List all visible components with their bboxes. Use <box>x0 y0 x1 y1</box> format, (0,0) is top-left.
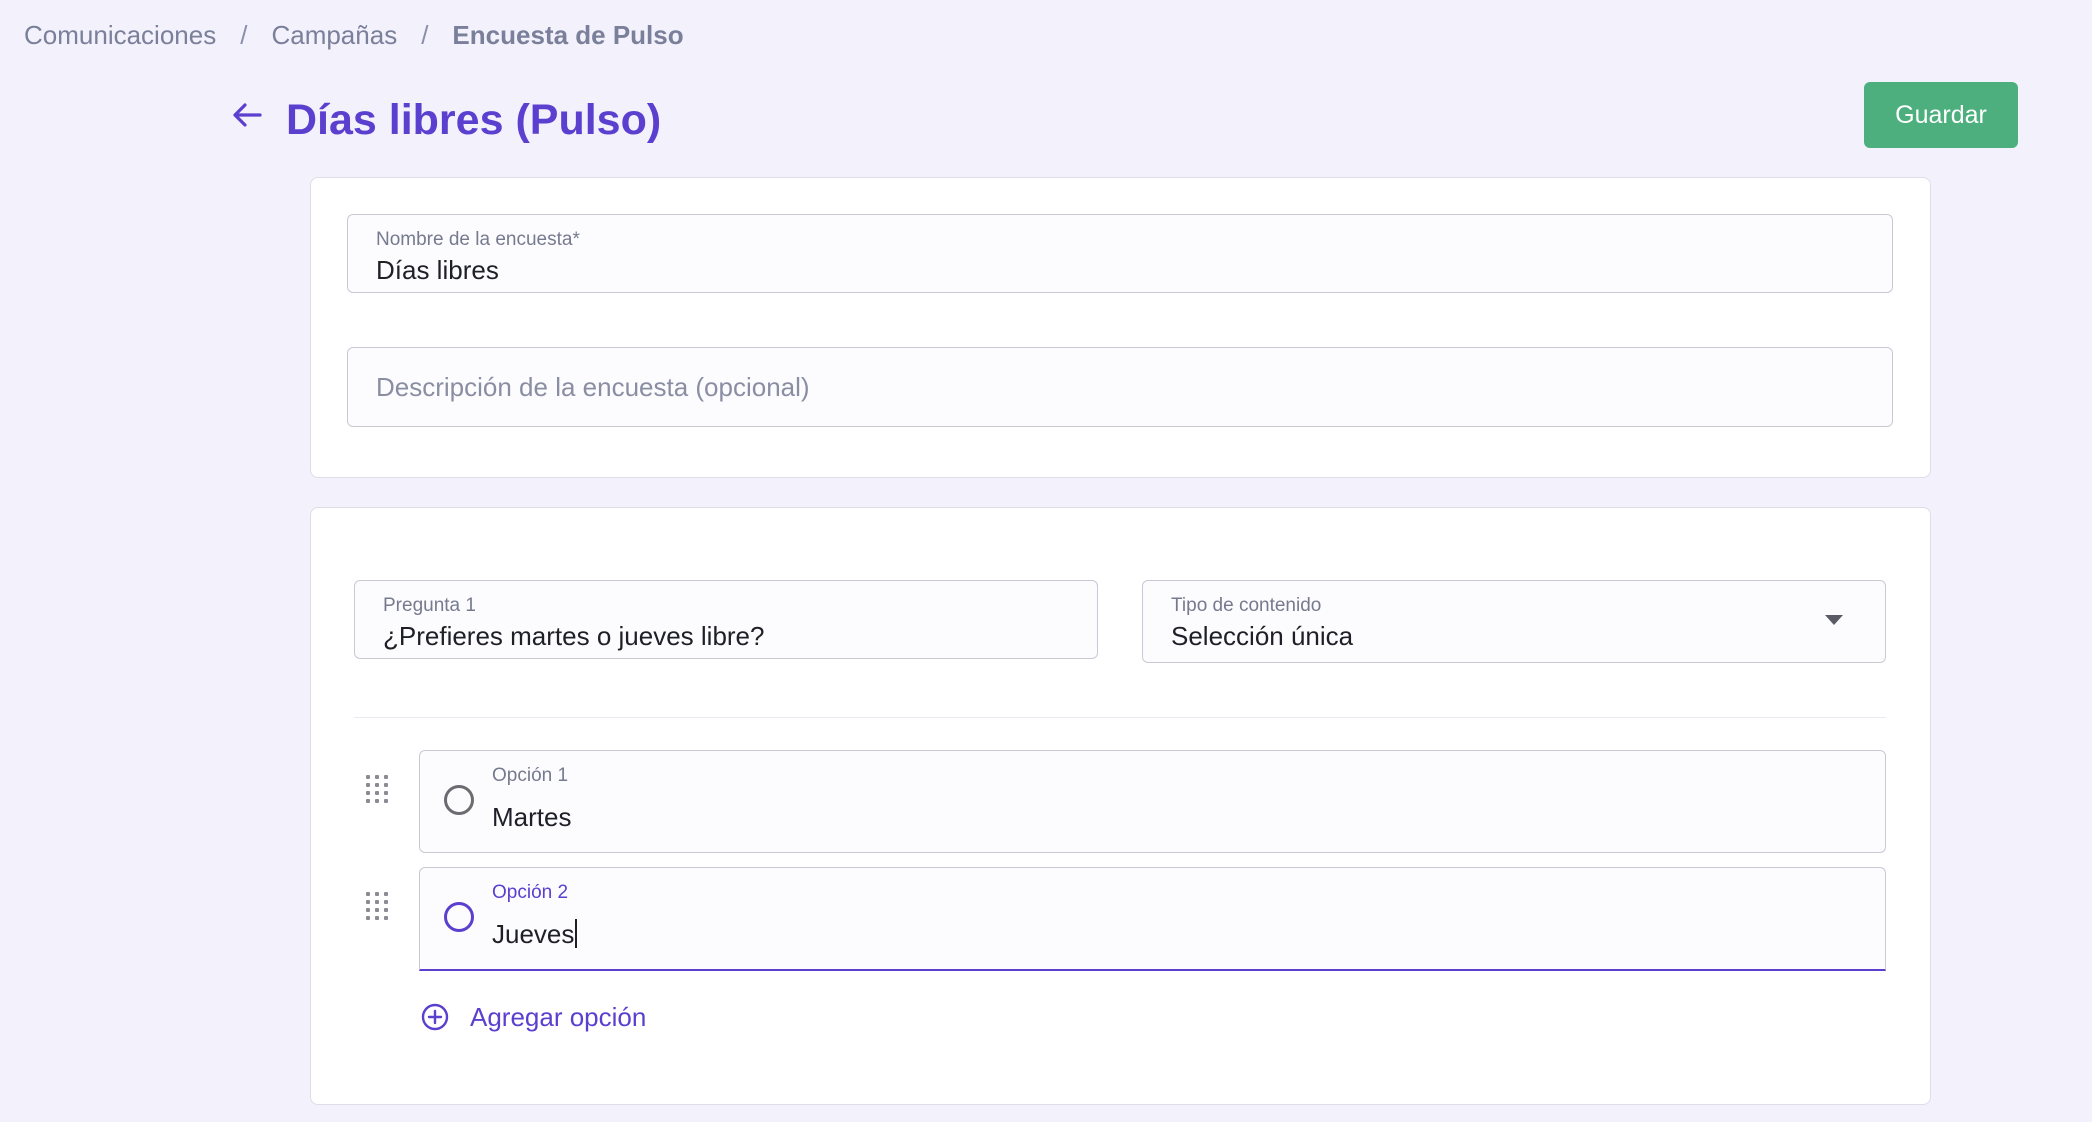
breadcrumb-item-campanas[interactable]: Campañas <box>271 20 397 51</box>
breadcrumb-separator: / <box>421 19 429 50</box>
question-label: Pregunta 1 <box>383 595 476 616</box>
survey-description-field[interactable]: Descripción de la encuesta (opcional) <box>347 347 1893 427</box>
back-button[interactable] <box>228 96 268 136</box>
breadcrumb-current: Encuesta de Pulso <box>452 19 684 50</box>
option-field[interactable]: Opción 1 Martes <box>419 750 1886 853</box>
option-label: Opción 1 <box>492 765 569 786</box>
option-field-focused[interactable]: Opción 2 Jueves <box>419 867 1886 971</box>
survey-description-placeholder[interactable]: Descripción de la encuesta (opcional) <box>376 348 810 426</box>
page-title: Días libres (Pulso) <box>286 96 662 144</box>
save-button[interactable]: Guardar <box>1864 82 2018 148</box>
chevron-down-icon[interactable] <box>1825 615 1843 625</box>
radio-icon[interactable] <box>444 785 474 815</box>
drag-handle-icon[interactable] <box>366 775 388 803</box>
survey-name-value[interactable]: Días libres <box>376 255 499 286</box>
add-option-button[interactable]: Agregar opción <box>420 998 646 1036</box>
text-cursor <box>575 919 578 948</box>
question-value[interactable]: ¿Prefieres martes o jueves libre? <box>383 621 764 652</box>
option-value[interactable]: Jueves <box>492 919 574 949</box>
breadcrumb: Comunicaciones / Campañas / Encuesta de … <box>24 18 684 52</box>
option-value-wrapper[interactable]: Jueves <box>492 919 578 950</box>
content-type-select[interactable]: Tipo de contenido Selección única <box>1142 580 1886 663</box>
survey-name-field[interactable]: Nombre de la encuesta* Días libres <box>347 214 1893 293</box>
survey-name-label: Nombre de la encuesta* <box>376 229 580 250</box>
option-value[interactable]: Martes <box>492 802 571 833</box>
content-type-value[interactable]: Selección única <box>1171 621 1353 652</box>
add-option-label: Agregar opción <box>470 1001 647 1032</box>
content-type-label: Tipo de contenido <box>1171 595 1322 616</box>
drag-handle-icon[interactable] <box>366 892 388 920</box>
divider <box>354 717 1886 718</box>
plus-circle-icon <box>421 1003 449 1031</box>
option-label: Opción 2 <box>492 882 569 903</box>
arrow-left-icon <box>233 103 262 127</box>
breadcrumb-separator: / <box>240 19 248 50</box>
radio-icon[interactable] <box>444 902 474 932</box>
question-field[interactable]: Pregunta 1 ¿Prefieres martes o jueves li… <box>354 580 1098 659</box>
breadcrumb-item-comunicaciones[interactable]: Comunicaciones <box>24 20 216 51</box>
